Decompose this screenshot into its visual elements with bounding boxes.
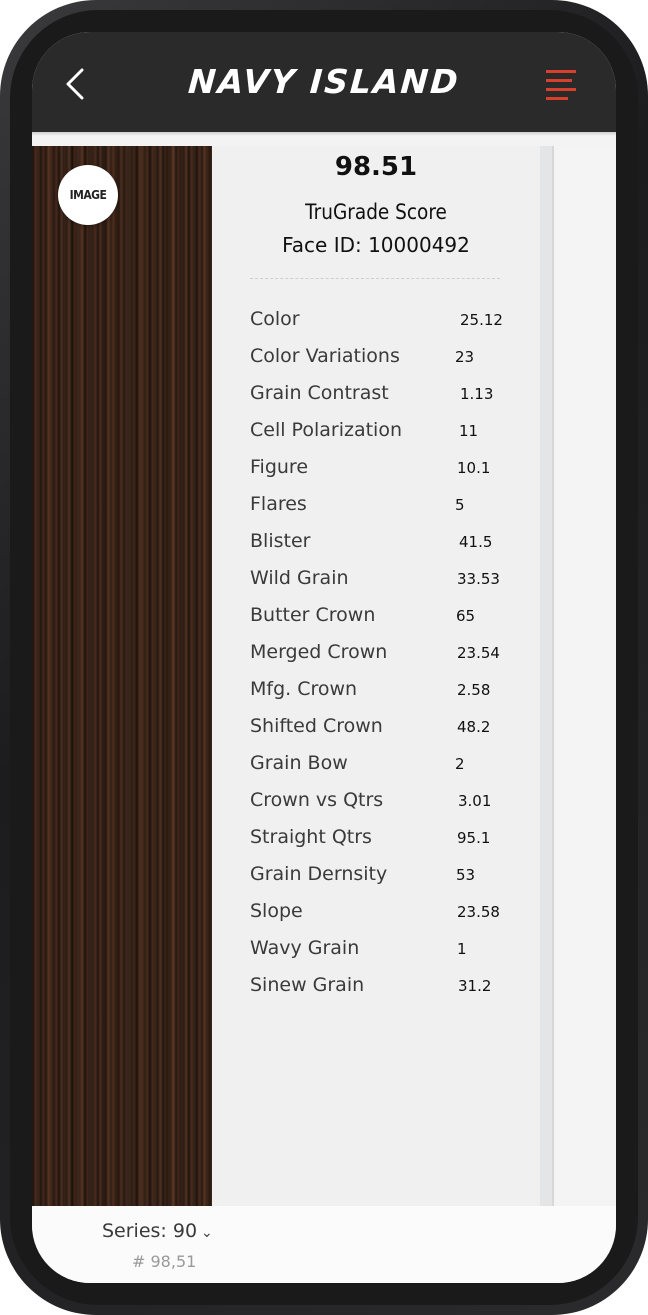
face-id: Face ID: 10000492 <box>282 233 470 257</box>
metric-value: 23.58 <box>457 903 500 921</box>
metric-row: Grain Bow 2 <box>250 752 520 789</box>
metric-label: Slope <box>250 900 303 922</box>
metric-row: Color Variations 23 <box>250 345 520 382</box>
metric-value: 2 <box>455 755 465 773</box>
metric-value: 5 <box>455 496 465 514</box>
metric-row: Grain Dernsity 53 <box>250 863 520 900</box>
menu-button[interactable] <box>546 70 578 100</box>
metric-label: Cell Polarization <box>250 419 402 441</box>
metric-label: Mfg. Crown <box>250 678 358 700</box>
metric-row: Grain Contrast 1.13 <box>250 382 520 419</box>
metrics-list: Color 25.12 Color Variations 23 Grain Contra… <box>250 308 520 1011</box>
metric-label: Butter Crown <box>250 604 376 626</box>
metric-row: Butter Crown 65 <box>250 604 520 641</box>
metric-value: 2.58 <box>457 681 491 699</box>
footer: Series: 90 ⌄ # 98,51 <box>32 1206 616 1283</box>
metric-row: Flares 5 <box>250 493 520 530</box>
metric-label: Grain Contrast <box>250 382 389 404</box>
metric-row: Cell Polarization 11 <box>250 419 520 456</box>
metric-row: Blister 41.5 <box>250 530 520 567</box>
metric-row: Crown vs Qtrs 3.01 <box>250 789 520 826</box>
metric-label: Wild Grain <box>250 567 349 589</box>
metric-value: 41.5 <box>459 533 493 551</box>
metric-row: Straight Qtrs 95.1 <box>250 826 520 863</box>
metric-label: Straight Qtrs <box>250 826 372 848</box>
metric-label: Blister <box>250 530 311 552</box>
metric-value: 1.13 <box>460 385 494 403</box>
metric-value: 11 <box>459 422 479 440</box>
metric-label: Color Variations <box>250 345 400 367</box>
metric-row: Sinew Grain 31.2 <box>250 974 520 1011</box>
veneer-image <box>32 146 212 1206</box>
metric-label: Wavy Grain <box>250 937 360 959</box>
series-label: Series: 90 <box>102 1220 198 1242</box>
metric-row: Merged Crown 23.54 <box>250 641 520 678</box>
metric-value: 95.1 <box>457 829 491 847</box>
metric-row: Wild Grain 33.53 <box>250 567 520 604</box>
metric-value: 25.12 <box>460 311 503 329</box>
chevron-down-icon: ⌄ <box>201 1225 213 1241</box>
series-dropdown[interactable]: Series: 90 ⌄ <box>102 1220 213 1242</box>
score-value: 98.51 <box>334 152 418 182</box>
metric-label: Grain Dernsity <box>250 863 388 885</box>
metric-label: Figure <box>250 456 309 478</box>
metric-label: Crown vs Qtrs <box>250 789 384 811</box>
metric-label: Color <box>250 308 300 330</box>
metric-row: Figure 10.1 <box>250 456 520 493</box>
metric-value: 48.2 <box>457 718 491 736</box>
brand-logo: NAVY ISLAND <box>186 62 462 101</box>
metric-row: Shifted Crown 48.2 <box>250 715 520 752</box>
series-sub-label: # 98,51 <box>132 1252 197 1271</box>
metric-value: 3.01 <box>458 792 492 810</box>
metric-label: Grain Bow <box>250 752 348 774</box>
metric-value: 10.1 <box>457 459 491 477</box>
image-badge[interactable]: IMAGE <box>58 165 118 225</box>
metric-label: Merged Crown <box>250 641 388 663</box>
metric-label: Shifted Crown <box>250 715 383 737</box>
divider <box>250 278 500 279</box>
metric-value: 23 <box>455 348 475 366</box>
app-header: NAVY ISLAND <box>32 32 616 132</box>
metric-row: Slope 23.58 <box>250 900 520 937</box>
metric-label: Sinew Grain <box>250 974 365 996</box>
metric-row: Wavy Grain 1 <box>250 937 520 974</box>
metric-row: Color 25.12 <box>250 308 520 345</box>
metric-value: 65 <box>456 607 476 625</box>
score-label: TruGrade Score <box>305 200 447 224</box>
hamburger-menu-icon <box>546 70 576 73</box>
metric-value: 23.54 <box>457 644 500 662</box>
metric-value: 1 <box>457 940 467 958</box>
metric-value: 31.2 <box>458 977 492 995</box>
app-screen: NAVY ISLAND IMAGE 98.51 TruGrade Score F… <box>32 32 616 1283</box>
metric-row: Mfg. Crown 2.58 <box>250 678 520 715</box>
metric-label: Flares <box>250 493 307 515</box>
metric-value: 33.53 <box>457 570 500 588</box>
metric-value: 53 <box>456 866 476 884</box>
